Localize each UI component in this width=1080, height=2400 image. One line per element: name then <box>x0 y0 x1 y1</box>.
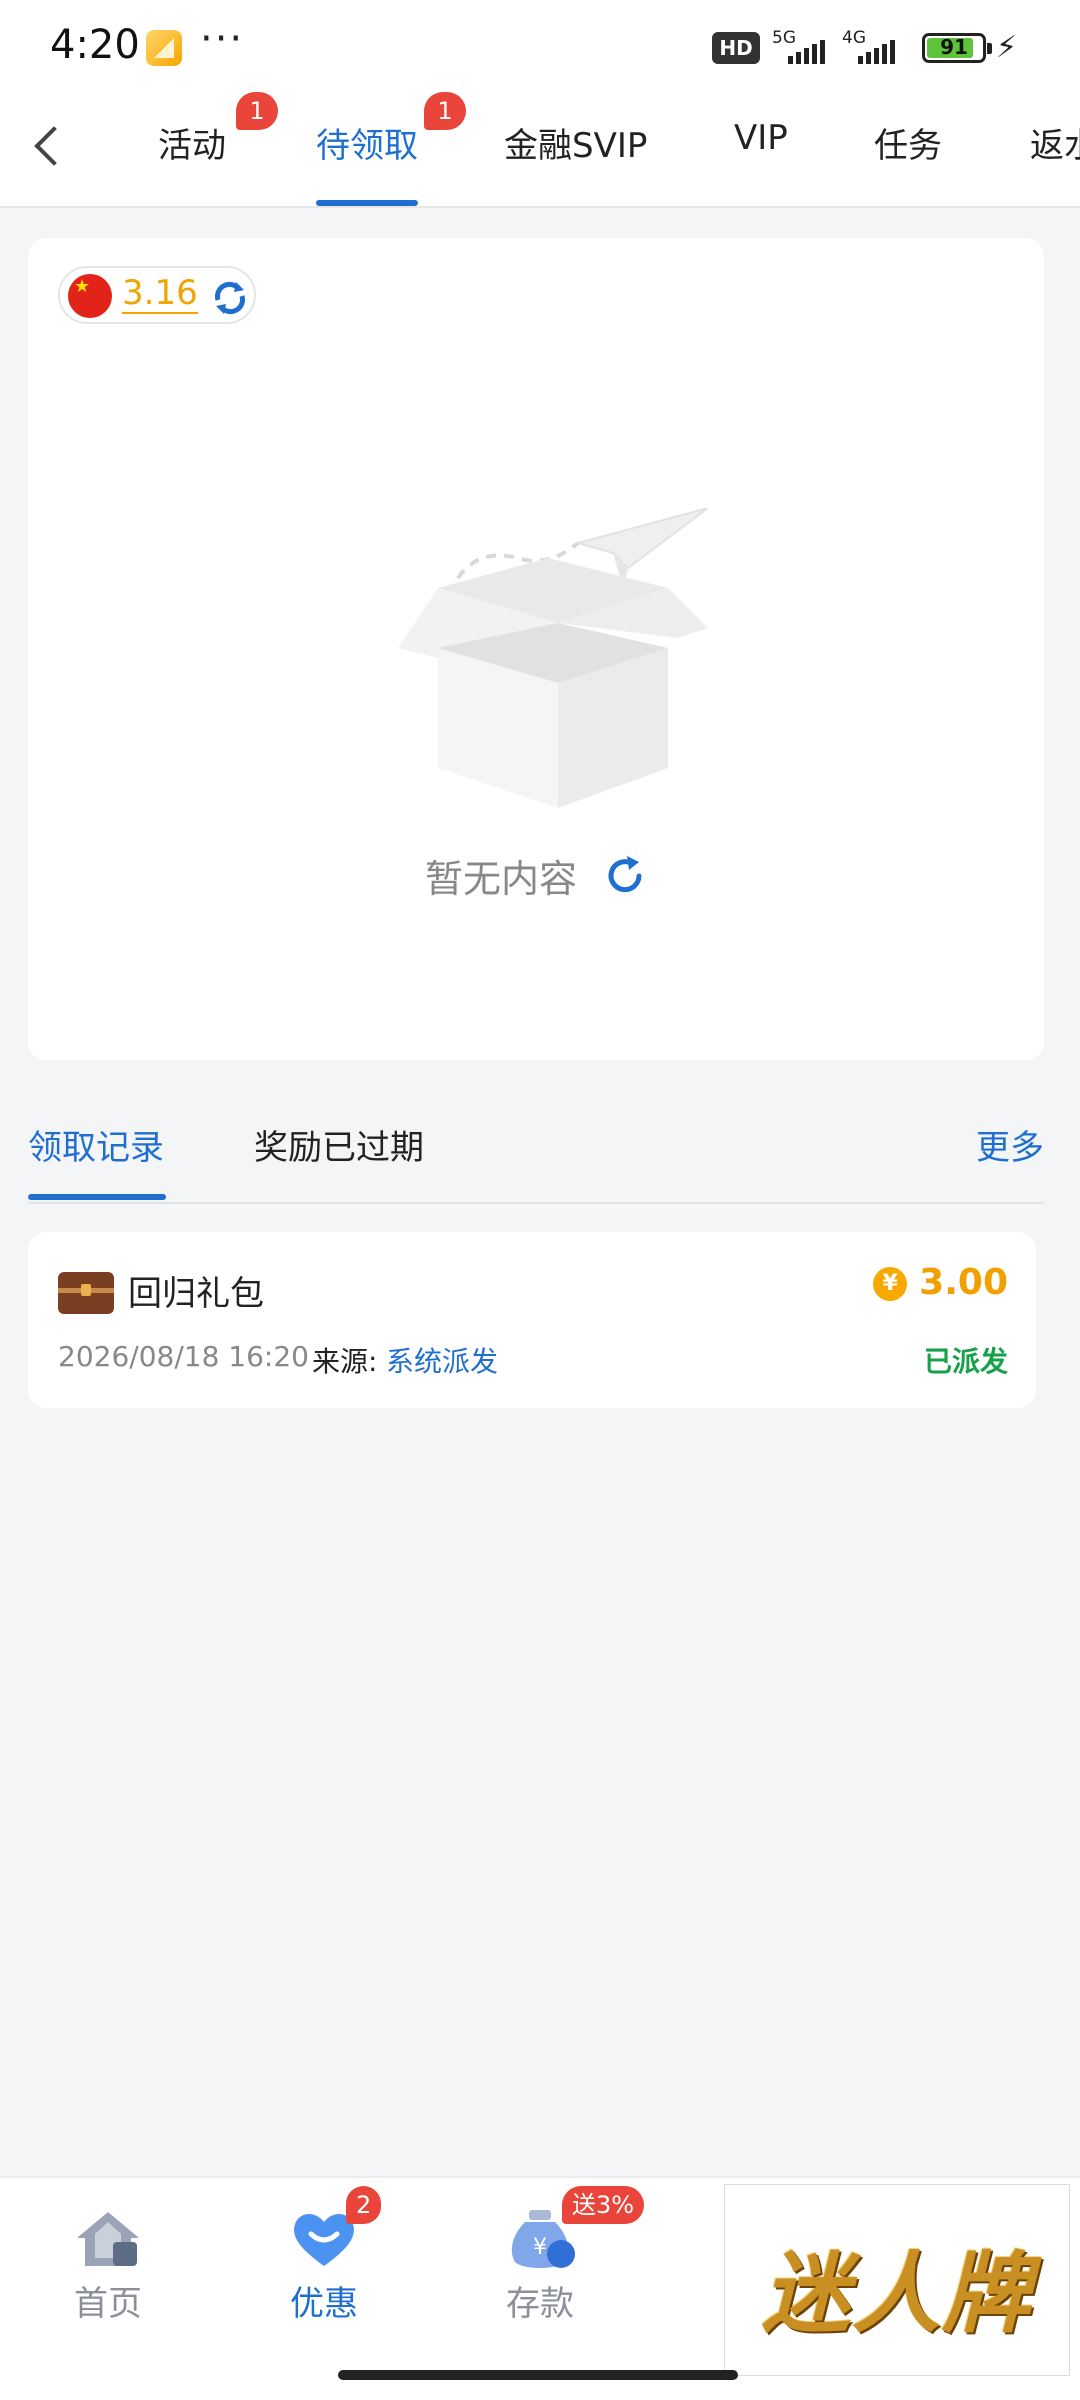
tab-expired-rewards[interactable]: 奖励已过期 <box>254 1120 424 1169</box>
pending-rewards-card: 3.16 暂无内容 <box>28 238 1044 1060</box>
active-records-tab-indicator <box>28 1194 166 1200</box>
record-title: 回归礼包 <box>128 1274 264 1314</box>
svg-text:¥: ¥ <box>533 2235 547 2260</box>
refresh-icon[interactable] <box>210 278 250 318</box>
more-link[interactable]: 更多 <box>976 1120 1044 1169</box>
active-tab-indicator <box>316 200 418 206</box>
record-status: 已派发 <box>923 1345 1008 1378</box>
hd-voice-icon: HD <box>712 32 760 64</box>
battery-icon: 91 <box>922 33 992 63</box>
nav-home[interactable]: 首页 <box>38 2208 178 2325</box>
tab-finance-svip[interactable]: 金融SVIP <box>504 118 647 167</box>
bolt-icon: ⚡ <box>996 30 1018 65</box>
gallery-app-icon <box>146 30 182 66</box>
empty-state: 暂无内容 <box>28 848 1044 903</box>
chevron-left-icon[interactable] <box>30 122 70 172</box>
record-amount: ¥3.00 <box>873 1262 1008 1303</box>
tab-rebate[interactable]: 返水 <box>1030 118 1080 167</box>
refresh-icon[interactable] <box>603 854 647 898</box>
tab-claim-records[interactable]: 领取记录 <box>28 1120 164 1169</box>
coin-icon: ¥ <box>873 1267 908 1301</box>
nav-home-label: 首页 <box>74 2284 142 2324</box>
record-source-label: 来源: <box>312 1345 378 1378</box>
home-icon <box>77 2212 139 2266</box>
nav-promotions-label: 优惠 <box>290 2284 358 2324</box>
nav-deposit-label: 存款 <box>506 2284 574 2324</box>
brand-ad-banner[interactable]: 迷人牌 <box>724 2184 1070 2376</box>
balance-value: 3.16 <box>122 273 198 314</box>
balance-pill: 3.16 <box>58 266 256 324</box>
record-source: 系统派发 <box>386 1345 499 1378</box>
nav-deposit[interactable]: ¥ 送3% 存款 <box>470 2186 645 2325</box>
china-flag-icon <box>68 274 112 318</box>
nav-promotions-badge: 2 <box>346 2186 382 2224</box>
records-tab-bar: 领取记录 奖励已过期 更多 <box>28 1100 1044 1204</box>
tab-pending[interactable]: 待领取 <box>316 118 418 167</box>
tab-activity-badge: 1 <box>236 92 278 130</box>
battery-level: 91 <box>940 35 968 59</box>
brand-logo: 迷人牌 <box>761 2241 1032 2345</box>
top-tab-bar: 活动 1 待领取 1 金融SVIP VIP 任务 返水 <box>0 92 1080 208</box>
status-bar: 4:20 ··· HD 5G 4G 91 ⚡ <box>0 0 1080 92</box>
home-indicator[interactable] <box>338 2370 738 2380</box>
list-item[interactable]: 回归礼包 ¥3.00 2026/08/18 16:20 来源: 系统派发 已派发 <box>28 1232 1036 1408</box>
nav-promotions[interactable]: 2 优惠 <box>254 2186 394 2325</box>
nav-deposit-badge: 送3% <box>562 2186 645 2224</box>
tab-tasks[interactable]: 任务 <box>874 118 942 167</box>
empty-box-icon <box>398 508 708 808</box>
more-notifications-icon: ··· <box>200 16 245 62</box>
record-amount-value: 3.00 <box>919 1262 1008 1303</box>
treasure-chest-icon <box>58 1272 114 1314</box>
empty-state-text: 暂无内容 <box>424 857 577 901</box>
status-time: 4:20 <box>50 22 140 68</box>
record-date: 2026/08/18 16:20 <box>58 1340 309 1373</box>
tab-pending-badge: 1 <box>424 92 466 130</box>
tab-vip[interactable]: VIP <box>734 118 788 158</box>
tab-activity[interactable]: 活动 <box>158 118 226 167</box>
